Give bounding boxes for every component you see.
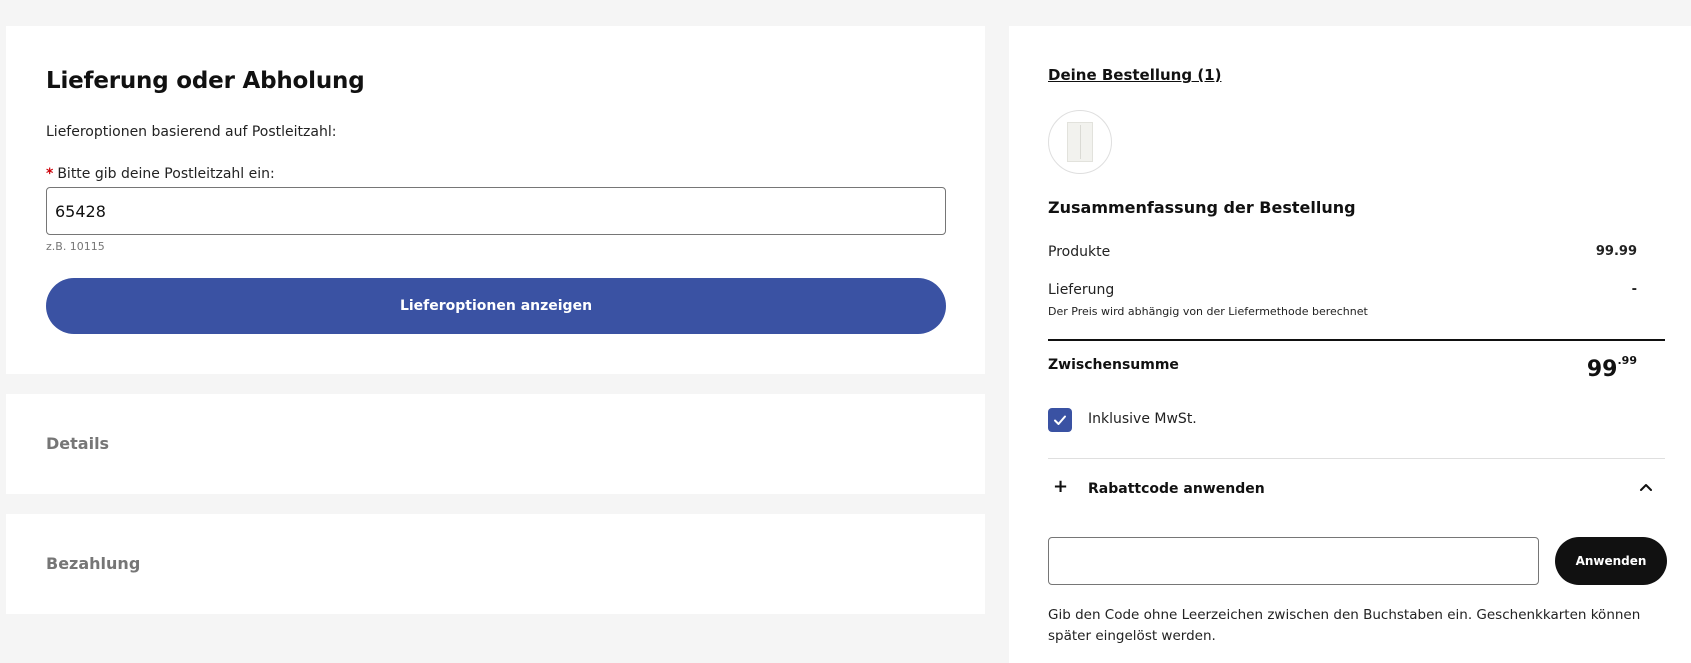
show-delivery-options-button[interactable]: Lieferoptionen anzeigen (46, 278, 946, 334)
subtotal-value: 99.99 (1587, 354, 1637, 382)
apply-code-button[interactable]: Anwenden (1555, 537, 1667, 585)
zip-input[interactable] (46, 187, 946, 235)
vat-label: Inklusive MwSt. (1088, 411, 1197, 427)
products-value: 99.99 (1595, 244, 1637, 259)
delivery-card: Lieferung oder Abholung Lieferoptionen b… (6, 26, 985, 374)
order-summary-panel: Deine Bestellung (1) Zusammenfassung der… (1009, 26, 1691, 663)
plus-icon[interactable]: + (1053, 478, 1068, 496)
product-thumbnail[interactable] (1048, 110, 1112, 174)
zip-label-text: Bitte gib deine Postleitzahl ein: (57, 166, 275, 182)
discount-help-text: Gib den Code ohne Leerzeichen zwischen d… (1048, 607, 1641, 644)
subtotal-integer: 99 (1586, 357, 1618, 382)
products-label: Produkte (1048, 244, 1111, 260)
delivery-title: Lieferung oder Abholung (46, 68, 365, 94)
checkout-page: Lieferung oder Abholung Lieferoptionen b… (0, 0, 1691, 663)
vat-checkbox[interactable] (1048, 408, 1072, 432)
subtotal-label: Zwischensumme (1048, 357, 1179, 373)
check-icon (1054, 415, 1066, 425)
payment-section[interactable]: Bezahlung (6, 514, 985, 614)
delivery-label: Lieferung (1048, 282, 1115, 298)
delivery-note: Der Preis wird abhängig von der Lieferme… (1048, 305, 1368, 318)
zip-label: * Bitte gib deine Postleitzahl ein: (46, 166, 275, 182)
wardrobe-icon (1067, 122, 1093, 162)
discount-code-input[interactable] (1048, 537, 1539, 585)
chevron-up-icon[interactable] (1639, 482, 1653, 492)
zip-hint: z.B. 10115 (46, 240, 105, 253)
summary-title: Zusammenfassung der Bestellung (1048, 198, 1356, 217)
subtotal-divider (1048, 339, 1665, 341)
delivery-value: - (1631, 282, 1637, 297)
discount-divider (1048, 458, 1665, 459)
order-link[interactable]: Deine Bestellung (1) (1048, 66, 1221, 84)
required-marker: * (46, 166, 54, 182)
details-section[interactable]: Details (6, 394, 985, 494)
details-title: Details (46, 434, 110, 453)
payment-title: Bezahlung (46, 554, 141, 573)
subtotal-decimals: .99 (1617, 354, 1638, 367)
discount-toggle[interactable]: Rabattcode anwenden (1088, 481, 1265, 497)
delivery-subtitle: Lieferoptionen basierend auf Postleitzah… (46, 124, 337, 140)
